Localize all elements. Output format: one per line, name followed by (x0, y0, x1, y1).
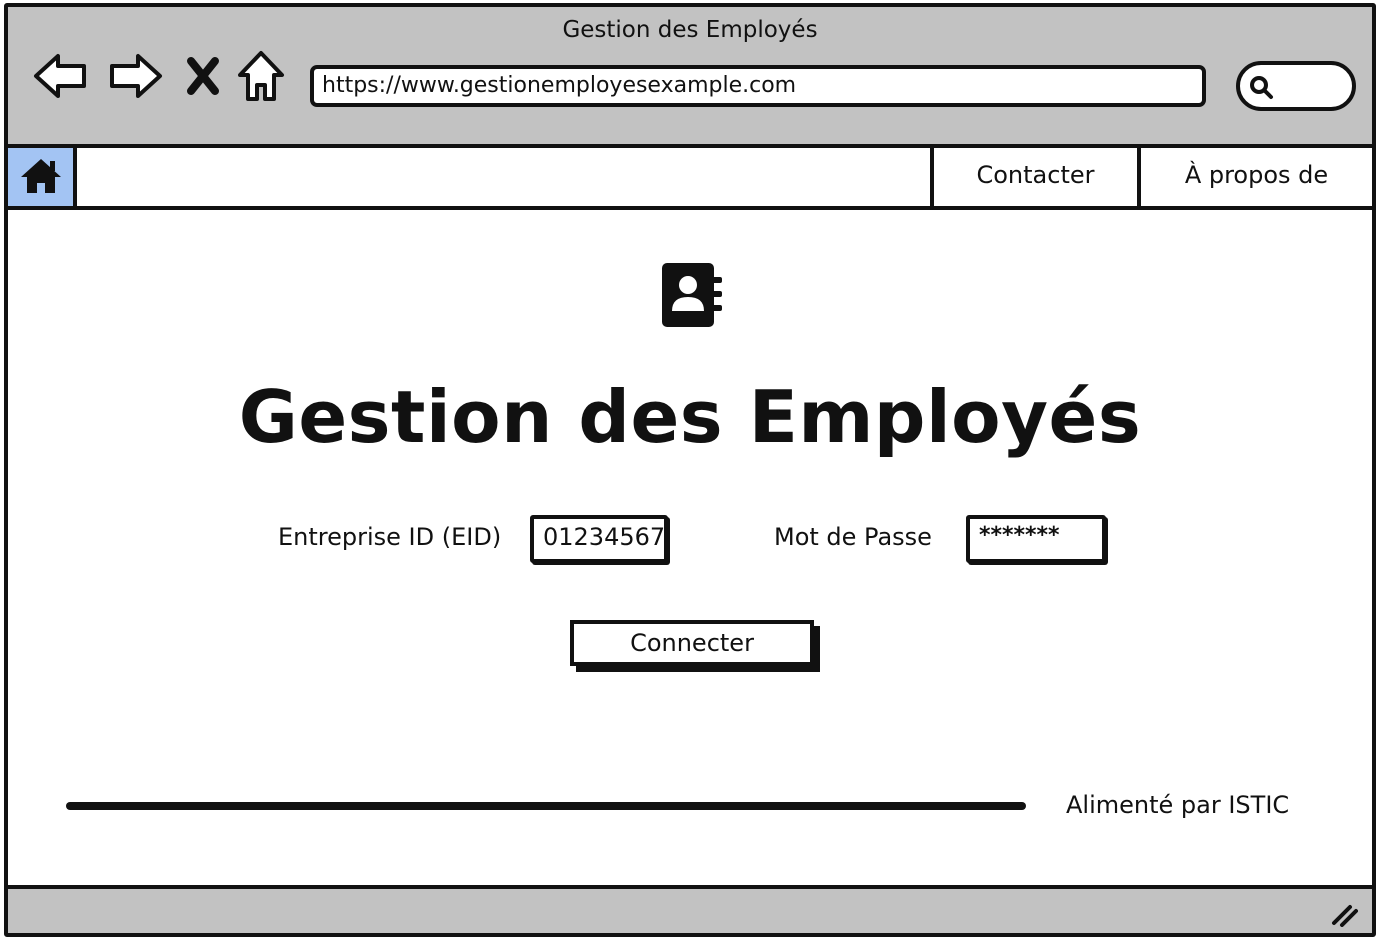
footer-divider (66, 802, 1026, 810)
browser-search-field[interactable] (1236, 61, 1356, 111)
password-input[interactable]: ******* (966, 515, 1106, 563)
top-navigation: Contacter À propos de (8, 148, 1372, 210)
browser-chrome: Gestion des Employés https://www.gestion… (8, 7, 1372, 148)
home-outline-icon (238, 51, 284, 101)
password-label: Mot de Passe (774, 523, 932, 551)
forward-button[interactable] (106, 47, 164, 105)
footer-credit: Alimenté par ISTIC (1066, 791, 1290, 819)
connect-button[interactable]: Connecter (570, 620, 814, 666)
resize-grip-icon[interactable] (1328, 897, 1358, 927)
stop-button[interactable] (178, 47, 228, 105)
browser-home-button[interactable] (234, 47, 288, 105)
home-icon (21, 159, 61, 193)
address-book-icon (662, 263, 722, 327)
eid-input[interactable]: 01234567 (530, 515, 668, 563)
nav-contact-link[interactable]: Contacter (930, 148, 1137, 206)
nav-home-button[interactable] (8, 148, 77, 206)
browser-window: Gestion des Employés https://www.gestion… (4, 3, 1376, 937)
back-button[interactable] (32, 47, 90, 105)
search-icon (1250, 76, 1273, 99)
window-title: Gestion des Employés (562, 17, 818, 43)
arrow-right-icon (110, 54, 162, 98)
status-bar (8, 885, 1372, 933)
arrow-left-icon (34, 54, 86, 98)
nav-about-link[interactable]: À propos de (1137, 148, 1372, 206)
address-bar[interactable]: https://www.gestionemployesexample.com (310, 65, 1206, 107)
eid-label: Entreprise ID (EID) (278, 523, 502, 551)
page-title: Gestion des Employés (238, 375, 1142, 459)
close-x-icon (187, 57, 219, 95)
